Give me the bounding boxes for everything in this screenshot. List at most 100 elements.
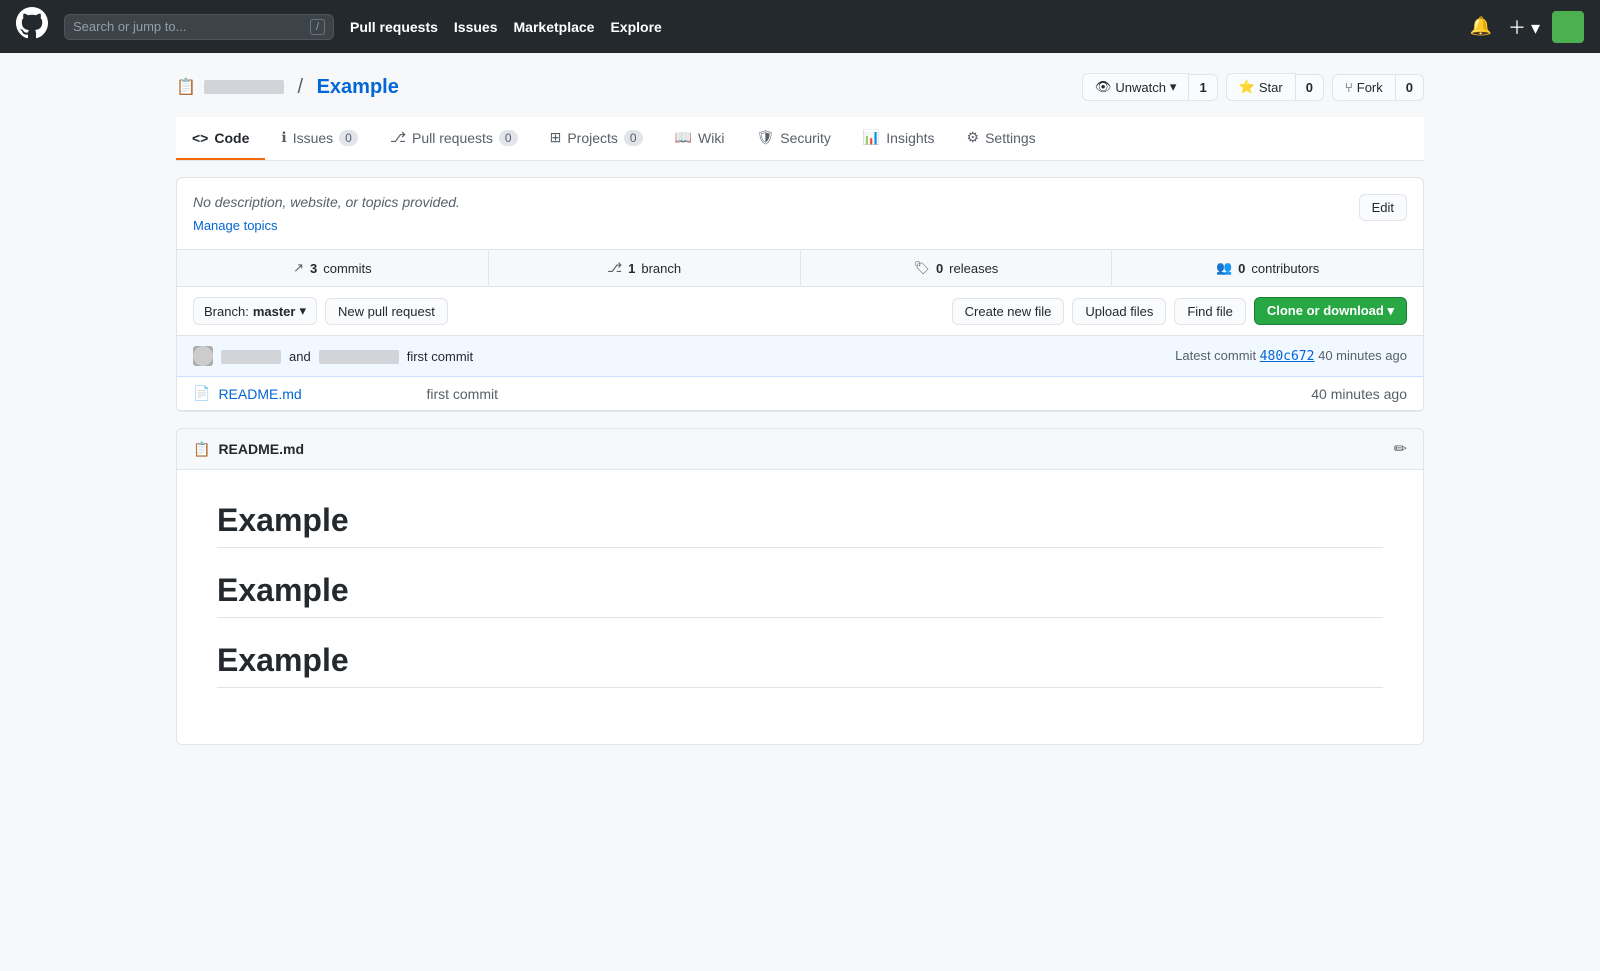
tab-pull-requests[interactable]: ⎇ Pull requests 0: [374, 117, 534, 160]
toolbar-left: Branch: master ▾ New pull request: [193, 297, 448, 325]
repo-actions: 👁 Unwatch ▾ 1 ⭐ Star 0 ⑂ Fork: [1082, 73, 1424, 101]
eye-icon: 👁: [1095, 79, 1112, 95]
tab-pr-label: Pull requests: [412, 130, 493, 146]
settings-icon: ⚙: [967, 129, 980, 146]
repo-header: 📋 / Example 👁 Unwatch ▾ 1 ⭐ Sta: [176, 73, 1424, 101]
file-time: 40 minutes ago: [1311, 386, 1407, 402]
notifications-button[interactable]: 🔔: [1466, 12, 1496, 41]
commits-count: 3: [310, 261, 317, 276]
fork-count[interactable]: 0: [1396, 74, 1424, 101]
main-nav: Pull requests Issues Marketplace Explore: [350, 19, 1450, 35]
star-count[interactable]: 0: [1296, 74, 1324, 101]
repo-description: No description, website, or topics provi…: [177, 178, 1423, 250]
unwatch-button[interactable]: 👁 Unwatch ▾: [1082, 73, 1190, 101]
committer-name[interactable]: [221, 348, 281, 364]
main-content: 📋 / Example 👁 Unwatch ▾ 1 ⭐ Sta: [160, 53, 1440, 765]
wiki-icon: 📖: [675, 129, 692, 146]
co-committer-name[interactable]: [319, 348, 399, 364]
edit-description-button[interactable]: Edit: [1359, 194, 1407, 221]
readme-content: Example Example Example: [177, 470, 1423, 744]
readme-doc-icon: 📋: [193, 441, 210, 458]
new-menu-button[interactable]: ＋ ▾: [1504, 10, 1544, 44]
search-input[interactable]: [73, 19, 302, 34]
repo-name-link[interactable]: Example: [317, 76, 399, 99]
file-commit-msg: first commit: [426, 386, 1303, 402]
releases-count: 0: [936, 261, 943, 276]
file-link[interactable]: README.md: [218, 386, 418, 402]
branch-name: master: [253, 304, 296, 319]
contributors-label: contributors: [1251, 261, 1319, 276]
pr-badge: 0: [499, 130, 518, 146]
tab-insights[interactable]: 📊 Insights: [847, 117, 951, 160]
repo-owner-link[interactable]: [204, 76, 284, 99]
branches-stat[interactable]: ⎇ 1 branch: [489, 250, 801, 286]
upload-files-button[interactable]: Upload files: [1072, 298, 1166, 325]
commits-stat[interactable]: ↗ 3 commits: [177, 250, 489, 286]
commits-label: commits: [323, 261, 371, 276]
branch-icon: ⎇: [607, 260, 622, 276]
clone-download-button[interactable]: Clone or download ▾: [1254, 297, 1407, 325]
commit-row: and first commit Latest commit 480c672 4…: [177, 336, 1423, 377]
fork-label: Fork: [1357, 80, 1383, 95]
unwatch-count[interactable]: 1: [1189, 74, 1217, 101]
tab-wiki-label: Wiki: [698, 130, 724, 146]
projects-badge: 0: [624, 130, 643, 146]
avatar[interactable]: [1552, 11, 1584, 43]
create-new-file-button[interactable]: Create new file: [952, 298, 1065, 325]
fork-button[interactable]: ⑂ Fork: [1332, 74, 1396, 101]
readme-header: 📋 README.md ✏: [177, 429, 1423, 470]
branch-selector[interactable]: Branch: master ▾: [193, 297, 317, 325]
pull-requests-icon: ⎇: [390, 129, 406, 146]
readme-heading-2: Example: [217, 572, 1383, 618]
contributors-icon: 👥: [1216, 260, 1232, 276]
contributors-stat[interactable]: 👥 0 contributors: [1112, 250, 1423, 286]
tab-issues[interactable]: ℹ Issues 0: [265, 117, 373, 160]
repo-book-icon: 📋: [176, 77, 196, 97]
nav-marketplace[interactable]: Marketplace: [514, 19, 595, 35]
stats-row: ↗ 3 commits ⎇ 1 branch 🏷 0 releases 👥 0 …: [177, 250, 1423, 287]
insights-icon: 📊: [863, 129, 880, 146]
tab-security[interactable]: 🛡 Security: [740, 117, 846, 160]
commit-meta: Latest commit 480c672 40 minutes ago: [1175, 348, 1407, 364]
tab-projects[interactable]: ⊞ Projects 0: [534, 117, 659, 160]
file-row: 📄 README.md first commit 40 minutes ago: [177, 377, 1423, 411]
navbar: / Pull requests Issues Marketplace Explo…: [0, 0, 1600, 53]
projects-icon: ⊞: [550, 129, 562, 146]
toolbar-right: Create new file Upload files Find file C…: [952, 297, 1407, 325]
tab-settings[interactable]: ⚙ Settings: [951, 117, 1052, 160]
repo-tabs: <> Code ℹ Issues 0 ⎇ Pull requests 0 ⊞ P…: [176, 117, 1424, 161]
github-logo[interactable]: [16, 7, 48, 46]
manage-topics-link[interactable]: Manage topics: [193, 218, 460, 233]
issues-icon: ℹ: [281, 129, 286, 146]
branch-label-text: Branch:: [204, 304, 249, 319]
nav-pull-requests[interactable]: Pull requests: [350, 19, 438, 35]
star-group: ⭐ Star 0: [1226, 73, 1324, 101]
tab-insights-label: Insights: [886, 130, 934, 146]
issues-badge: 0: [339, 130, 358, 146]
nav-issues[interactable]: Issues: [454, 19, 498, 35]
readme-edit-button[interactable]: ✏: [1394, 439, 1407, 459]
releases-stat[interactable]: 🏷 0 releases: [801, 250, 1113, 286]
find-file-button[interactable]: Find file: [1174, 298, 1246, 325]
readme-title: 📋 README.md: [193, 441, 304, 458]
releases-label: releases: [949, 261, 998, 276]
latest-commit-label: Latest commit: [1175, 348, 1260, 363]
repo-body: No description, website, or topics provi…: [176, 177, 1424, 412]
tab-code[interactable]: <> Code: [176, 117, 265, 160]
readme-heading-3: Example: [217, 642, 1383, 688]
search-box[interactable]: /: [64, 14, 334, 40]
file-doc-icon: 📄: [193, 385, 210, 402]
readme-heading-1: Example: [217, 502, 1383, 548]
chevron-down-icon: ▾: [1170, 79, 1177, 95]
tab-wiki[interactable]: 📖 Wiki: [659, 117, 741, 160]
fork-icon: ⑂: [1345, 80, 1353, 95]
commit-hash[interactable]: 480c672: [1260, 349, 1315, 364]
tab-settings-label: Settings: [985, 130, 1036, 146]
new-pull-request-button[interactable]: New pull request: [325, 298, 448, 325]
branch-count: 1: [628, 261, 635, 276]
navbar-right: 🔔 ＋ ▾: [1466, 10, 1584, 44]
star-label: Star: [1259, 80, 1283, 95]
nav-explore[interactable]: Explore: [610, 19, 661, 35]
star-button[interactable]: ⭐ Star: [1226, 73, 1296, 101]
readme-filename: README.md: [218, 441, 304, 457]
